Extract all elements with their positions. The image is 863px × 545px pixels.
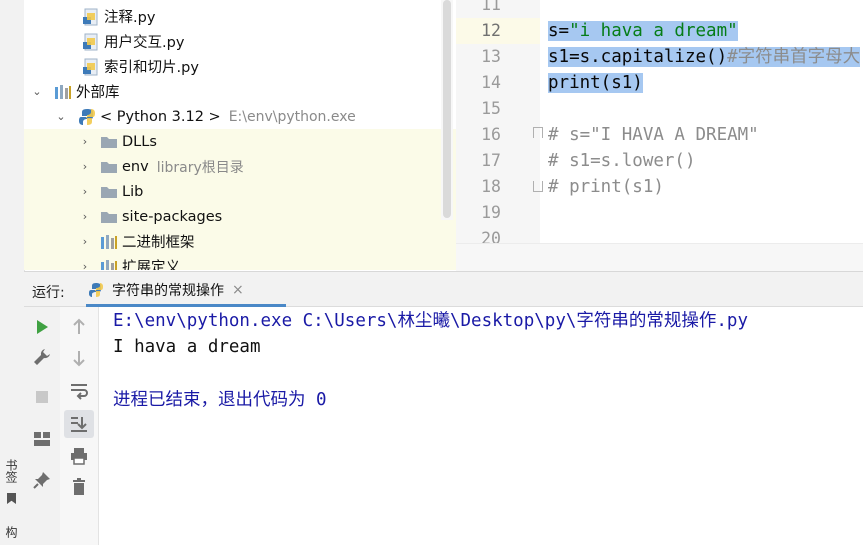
chevron-right-icon[interactable]: ›: [78, 160, 92, 173]
tree-item-label: site-packages: [122, 208, 223, 225]
tree-item-label: Lib: [122, 183, 144, 200]
tree-item-label: < Python 3.12 >: [100, 108, 221, 125]
chevron-right-icon[interactable]: ›: [78, 235, 92, 248]
rerun-button[interactable]: [32, 317, 52, 337]
tree-item-python-sdk[interactable]: ⌄ < Python 3.12 > E:\env\python.exe: [24, 104, 456, 129]
editor-gutter: 11 12 13 14 15 16 17 18 19 20: [456, 0, 572, 248]
run-console[interactable]: E:\env\python.exe C:\Users\林尘曦\Desktop\p…: [99, 307, 863, 545]
fold-marker-icon[interactable]: [533, 127, 543, 138]
code-comment: # s="I HAVA A DREAM": [548, 125, 759, 145]
arrow-down-icon[interactable]: [69, 348, 89, 368]
console-output-line: I hava a dream: [113, 337, 261, 357]
trash-icon[interactable]: [69, 477, 89, 497]
chevron-right-icon[interactable]: ›: [78, 135, 92, 148]
console-exit-code: 0: [316, 390, 327, 410]
line-number: 18: [481, 177, 501, 196]
tree-item-label: 注释.py: [104, 10, 156, 26]
console-command-line: E:\env\python.exe C:\Users\林尘曦\Desktop\p…: [113, 311, 749, 331]
line-number: 19: [481, 203, 501, 222]
tree-item-index-slice-py[interactable]: 索引和切片.py: [24, 54, 456, 79]
stop-button[interactable]: [32, 387, 52, 407]
code-token: s1=s.capitalize(): [548, 47, 728, 67]
layout-icon[interactable]: [32, 429, 52, 449]
tree-item-site-packages[interactable]: › site-packages: [24, 204, 456, 229]
tree-item-env[interactable]: › env library根目录: [24, 154, 456, 179]
code-string: "i hava a dream": [569, 21, 738, 41]
editor-bottom-strip: [456, 243, 863, 272]
tree-row-cut: [24, 0, 456, 2]
code-comment: #字符串首字母大: [727, 47, 861, 67]
structure-label: 构: [4, 526, 18, 538]
run-tool-window-header: 运行: 字符串的常规操作 ×: [24, 271, 863, 307]
tree-item-label: DLLs: [122, 133, 157, 150]
python-file-icon: [82, 8, 100, 26]
tree-item-label: 扩展定义: [122, 260, 180, 270]
line-number: 16: [481, 125, 501, 144]
left-tool-strip: 书签 构: [0, 0, 25, 545]
library-icon: [100, 258, 118, 270]
run-tab-label: 字符串的常规操作: [112, 283, 224, 299]
tree-item-label: 外部库: [76, 85, 120, 101]
line-number: 17: [481, 151, 501, 170]
folder-icon: [100, 133, 118, 151]
python-file-icon: [82, 58, 100, 76]
tree-item-label: 二进制框架: [122, 235, 195, 251]
line-number: 13: [481, 47, 501, 66]
tree-item-comments-py[interactable]: 注释.py: [24, 4, 456, 29]
scroll-to-end-icon[interactable]: [69, 414, 89, 434]
run-tab[interactable]: 字符串的常规操作 ×: [88, 278, 244, 302]
library-icon: [100, 233, 118, 251]
chevron-down-icon[interactable]: ⌄: [30, 85, 44, 98]
tree-item-extension-definitions[interactable]: › 扩展定义: [24, 254, 456, 270]
tree-item-path: E:\env\python.exe: [228, 108, 356, 125]
python-sdk-icon: [78, 108, 96, 126]
code-comment: # print(s1): [548, 177, 664, 197]
chevron-right-icon[interactable]: ›: [78, 260, 92, 270]
folder-icon: [100, 208, 118, 226]
tree-scrollbar-thumb[interactable]: [443, 0, 451, 218]
code-token: s=: [548, 21, 570, 41]
tree-item-label: env: [122, 158, 149, 175]
chevron-right-icon[interactable]: ›: [78, 185, 92, 198]
fold-marker-icon[interactable]: [533, 181, 543, 192]
arrow-up-icon[interactable]: [69, 317, 89, 337]
pin-icon[interactable]: [32, 470, 52, 490]
line-number: 14: [481, 73, 501, 92]
folder-icon: [100, 158, 118, 176]
run-toolbar-primary: [24, 307, 61, 545]
python-file-icon: [82, 33, 100, 51]
tree-item-hint: library根目录: [156, 159, 244, 176]
tree-item-dlls[interactable]: › DLLs: [24, 129, 456, 154]
line-number: 11: [481, 0, 501, 14]
print-icon[interactable]: [69, 446, 89, 466]
run-label: 运行:: [32, 285, 65, 301]
structure-tool-button[interactable]: 构: [0, 522, 24, 545]
line-number: 12: [481, 21, 501, 40]
code-comment: # s1=s.lower(): [548, 151, 696, 171]
chevron-right-icon[interactable]: ›: [78, 210, 92, 223]
tree-item-label: 用户交互.py: [104, 35, 185, 51]
tree-item-lib[interactable]: › Lib: [24, 179, 456, 204]
python-file-icon: [88, 282, 104, 298]
soft-wrap-icon[interactable]: [69, 380, 89, 400]
wrench-icon[interactable]: [32, 347, 52, 367]
console-exit-text: 进程已结束，退出代码为: [113, 390, 317, 410]
project-tree: 注释.py 用户交互.py 索引和切片.py ⌄ 外部库 ⌄ < Python …: [24, 0, 456, 270]
library-icon: [54, 83, 72, 101]
chevron-down-icon[interactable]: ⌄: [54, 110, 68, 123]
folder-icon: [100, 183, 118, 201]
line-number: 15: [481, 99, 501, 118]
bookmark-icon: [7, 493, 16, 504]
bookmarks-tool-button[interactable]: 书签: [0, 455, 24, 510]
code-token: print(s1): [548, 73, 643, 93]
bookmarks-label: 书签: [4, 459, 18, 483]
run-toolbar-secondary: [60, 307, 99, 545]
console-exit-line: 进程已结束，退出代码为 0: [113, 387, 327, 413]
tree-item-label: 索引和切片.py: [104, 60, 199, 76]
tree-item-binary-frameworks[interactable]: › 二进制框架: [24, 229, 456, 254]
code-editor[interactable]: s="i hava a dream" s1=s.capitalize()#字符串…: [540, 0, 863, 243]
tree-item-user-interaction-py[interactable]: 用户交互.py: [24, 29, 456, 54]
close-icon[interactable]: ×: [232, 282, 244, 298]
tree-item-external-libraries[interactable]: ⌄ 外部库: [24, 79, 456, 104]
